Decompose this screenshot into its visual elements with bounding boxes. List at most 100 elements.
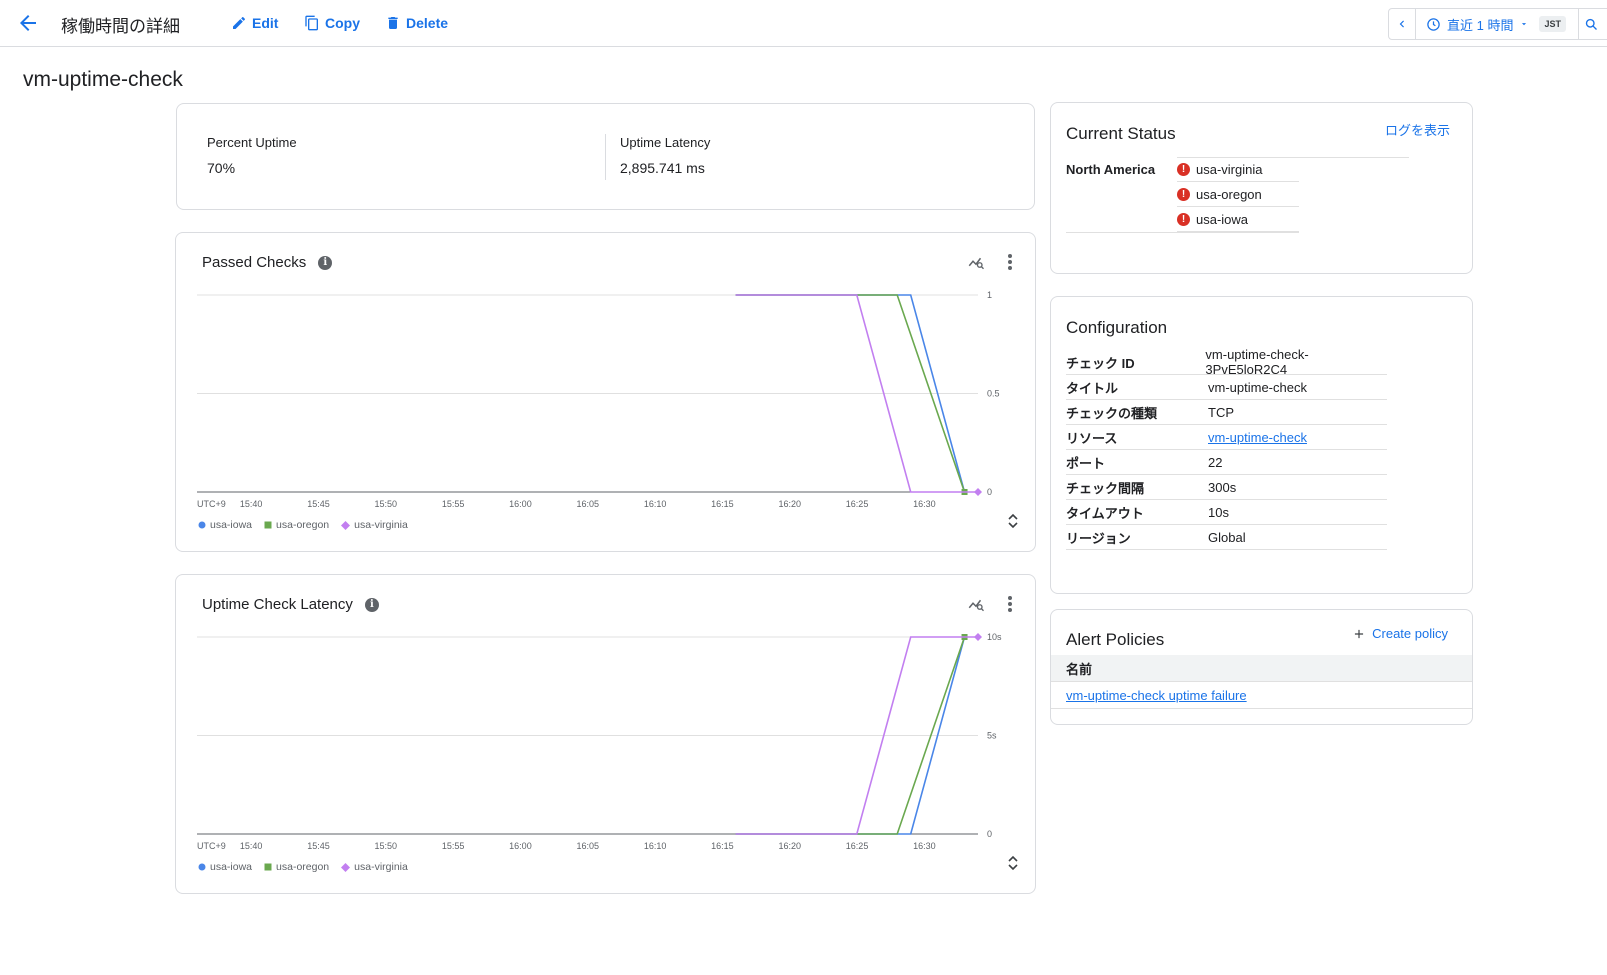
config-row: チェック間隔 300s — [1066, 475, 1387, 500]
status-location-row: ! usa-virginia — [1177, 157, 1299, 182]
x-tick-label: 15:50 — [375, 499, 398, 509]
config-key: リージョン — [1066, 530, 1131, 546]
x-tick-label: 16:20 — [778, 499, 801, 509]
x-tick-label: 16:15 — [711, 499, 734, 509]
check-name-heading: vm-uptime-check — [23, 68, 183, 91]
view-logs-link[interactable]: ログを表示 — [1385, 120, 1450, 139]
config-value: 22 — [1208, 454, 1223, 470]
legend-virginia-label: usa-virginia — [354, 519, 408, 531]
x-tick-label: 16:05 — [577, 841, 600, 851]
resource-link[interactable]: vm-uptime-check — [1208, 430, 1307, 445]
x-tick-label: 15:50 — [375, 841, 398, 851]
config-value: vm-uptime-check-3PvE5loR2C4 — [1205, 347, 1309, 377]
x-tick-label: UTC+9 — [197, 841, 226, 851]
series-endpoint-usa-virginia — [974, 633, 982, 641]
x-tick-label: 16:20 — [778, 841, 801, 851]
x-tick-label: 15:55 — [442, 499, 465, 509]
current-status-card: Current Status ログを表示 North America ! usa… — [1050, 102, 1473, 274]
x-tick-label: UTC+9 — [197, 499, 226, 509]
expand-collapse-icon[interactable] — [1007, 513, 1019, 534]
config-value: 300s — [1208, 479, 1237, 495]
config-row: タイトル vm-uptime-check — [1066, 375, 1387, 400]
chevron-left-icon — [1399, 20, 1404, 28]
percent-uptime-label: Percent Uptime — [207, 135, 297, 150]
policy-table-header: 名前 — [1051, 655, 1472, 682]
time-range-selector[interactable]: 直近 1 時間 — [1416, 15, 1529, 34]
legend-virginia[interactable]: usa-virginia — [341, 861, 408, 873]
time-range-label: 直近 1 時間 — [1447, 17, 1514, 33]
legend-iowa[interactable]: usa-iowa — [198, 519, 252, 531]
search-button[interactable] — [1577, 9, 1605, 39]
status-bottom-border — [1066, 232, 1299, 233]
y-tick-label: 10s — [987, 632, 1002, 642]
edit-button[interactable]: Edit — [231, 13, 278, 33]
x-tick-label: 15:40 — [240, 499, 263, 509]
config-key: チェック ID — [1066, 355, 1135, 371]
config-value: 10s — [1208, 504, 1229, 520]
percent-uptime-value: 70% — [207, 160, 236, 176]
config-key: チェックの種類 — [1066, 405, 1158, 421]
uptime-latency-label: Uptime Latency — [620, 135, 711, 150]
legend-iowa-label: usa-iowa — [210, 861, 253, 873]
top-bar: 稼働時間の詳細 Edit Copy Delete 直近 1 時間 JST — [0, 0, 1607, 47]
column-name-header: 名前 — [1066, 661, 1093, 677]
passed-checks-card: Passed Checks i 1 0.5 0 UTC+9 15:40 15:45 15:5… — [175, 232, 1036, 552]
legend-virginia[interactable]: usa-virginia — [341, 519, 408, 531]
search-icon — [1586, 18, 1598, 30]
y-tick-label: 0 — [987, 829, 992, 839]
x-tick-label: 16:30 — [913, 499, 936, 509]
x-tick-label: 16:00 — [509, 841, 532, 851]
config-key: ポート — [1066, 455, 1106, 471]
edit-label: Edit — [252, 15, 279, 31]
timezone-badge[interactable]: JST — [1539, 16, 1566, 32]
configuration-card: Configuration チェック ID vm-uptime-check-3Pv… — [1050, 296, 1473, 594]
uptime-latency-chart: 10s 5s 0 UTC+9 15:40 15:45 15:50 15:55 16:00 16:0… — [197, 632, 1002, 851]
config-row: チェック ID vm-uptime-check-3PvE5loR2C4 — [1066, 347, 1387, 377]
policy-table-row: vm-uptime-check uptime failure — [1051, 682, 1472, 709]
config-key: チェック間隔 — [1066, 480, 1145, 496]
legend-oregon[interactable]: usa-oregon — [264, 519, 329, 531]
plus-icon — [1355, 629, 1364, 638]
config-row: リージョン Global — [1066, 525, 1387, 550]
expand-collapse-icon[interactable] — [1007, 855, 1019, 876]
alert-policy-link[interactable]: vm-uptime-check uptime failure — [1066, 688, 1247, 703]
uptime-latency-value: 2,895.741 ms — [620, 160, 705, 176]
copy-button[interactable]: Copy — [304, 13, 360, 33]
clock-icon — [1427, 17, 1440, 31]
error-icon: ! — [1177, 187, 1190, 201]
config-value: TCP — [1208, 404, 1234, 420]
trash-icon — [388, 17, 398, 29]
create-policy-button[interactable]: Create policy — [1352, 626, 1448, 641]
config-row: リソース vm-uptime-check — [1066, 425, 1387, 450]
x-tick-label: 15:55 — [442, 841, 465, 851]
delete-button[interactable]: Delete — [385, 13, 448, 33]
x-tick-label: 16:30 — [913, 841, 936, 851]
legend-oregon-label: usa-oregon — [276, 861, 330, 873]
uptime-latency-card: Uptime Check Latency i 10s 5s 0 UTC+9 15:40 1… — [175, 574, 1036, 894]
alert-policies-title: Alert Policies — [1066, 630, 1165, 649]
config-key: タイムアウト — [1066, 505, 1144, 521]
time-range-control: 直近 1 時間 JST — [1388, 8, 1607, 40]
x-tick-label: 16:25 — [846, 841, 869, 851]
config-row: ポート 22 — [1066, 450, 1387, 475]
previous-range-button[interactable] — [1389, 9, 1416, 39]
x-tick-label: 15:45 — [307, 499, 330, 509]
configuration-table: チェック ID vm-uptime-check-3PvE5loR2C4 タイトル vm… — [1066, 347, 1387, 550]
config-row: チェックの種類 TCP — [1066, 400, 1387, 425]
x-tick-label: 15:40 — [240, 841, 263, 851]
legend-oregon[interactable]: usa-oregon — [264, 861, 329, 873]
y-tick-label: 0.5 — [987, 389, 1000, 399]
legend-iowa[interactable]: usa-iowa — [198, 861, 252, 873]
x-tick-label: 16:10 — [644, 499, 667, 509]
legend-oregon-label: usa-oregon — [276, 519, 330, 531]
config-value: Global — [1208, 529, 1246, 545]
back-arrow-icon[interactable] — [16, 11, 40, 35]
x-tick-label: 16:00 — [509, 499, 532, 509]
x-tick-label: 16:25 — [846, 499, 869, 509]
chart-legend: usa-iowa usa-oregon usa-virginia — [198, 519, 408, 531]
error-icon: ! — [1177, 212, 1190, 226]
series-endpoint-usa-virginia — [974, 488, 982, 496]
current-status-title: Current Status — [1066, 124, 1176, 143]
configuration-title: Configuration — [1066, 318, 1168, 337]
status-location-row: ! usa-oregon — [1177, 182, 1299, 207]
